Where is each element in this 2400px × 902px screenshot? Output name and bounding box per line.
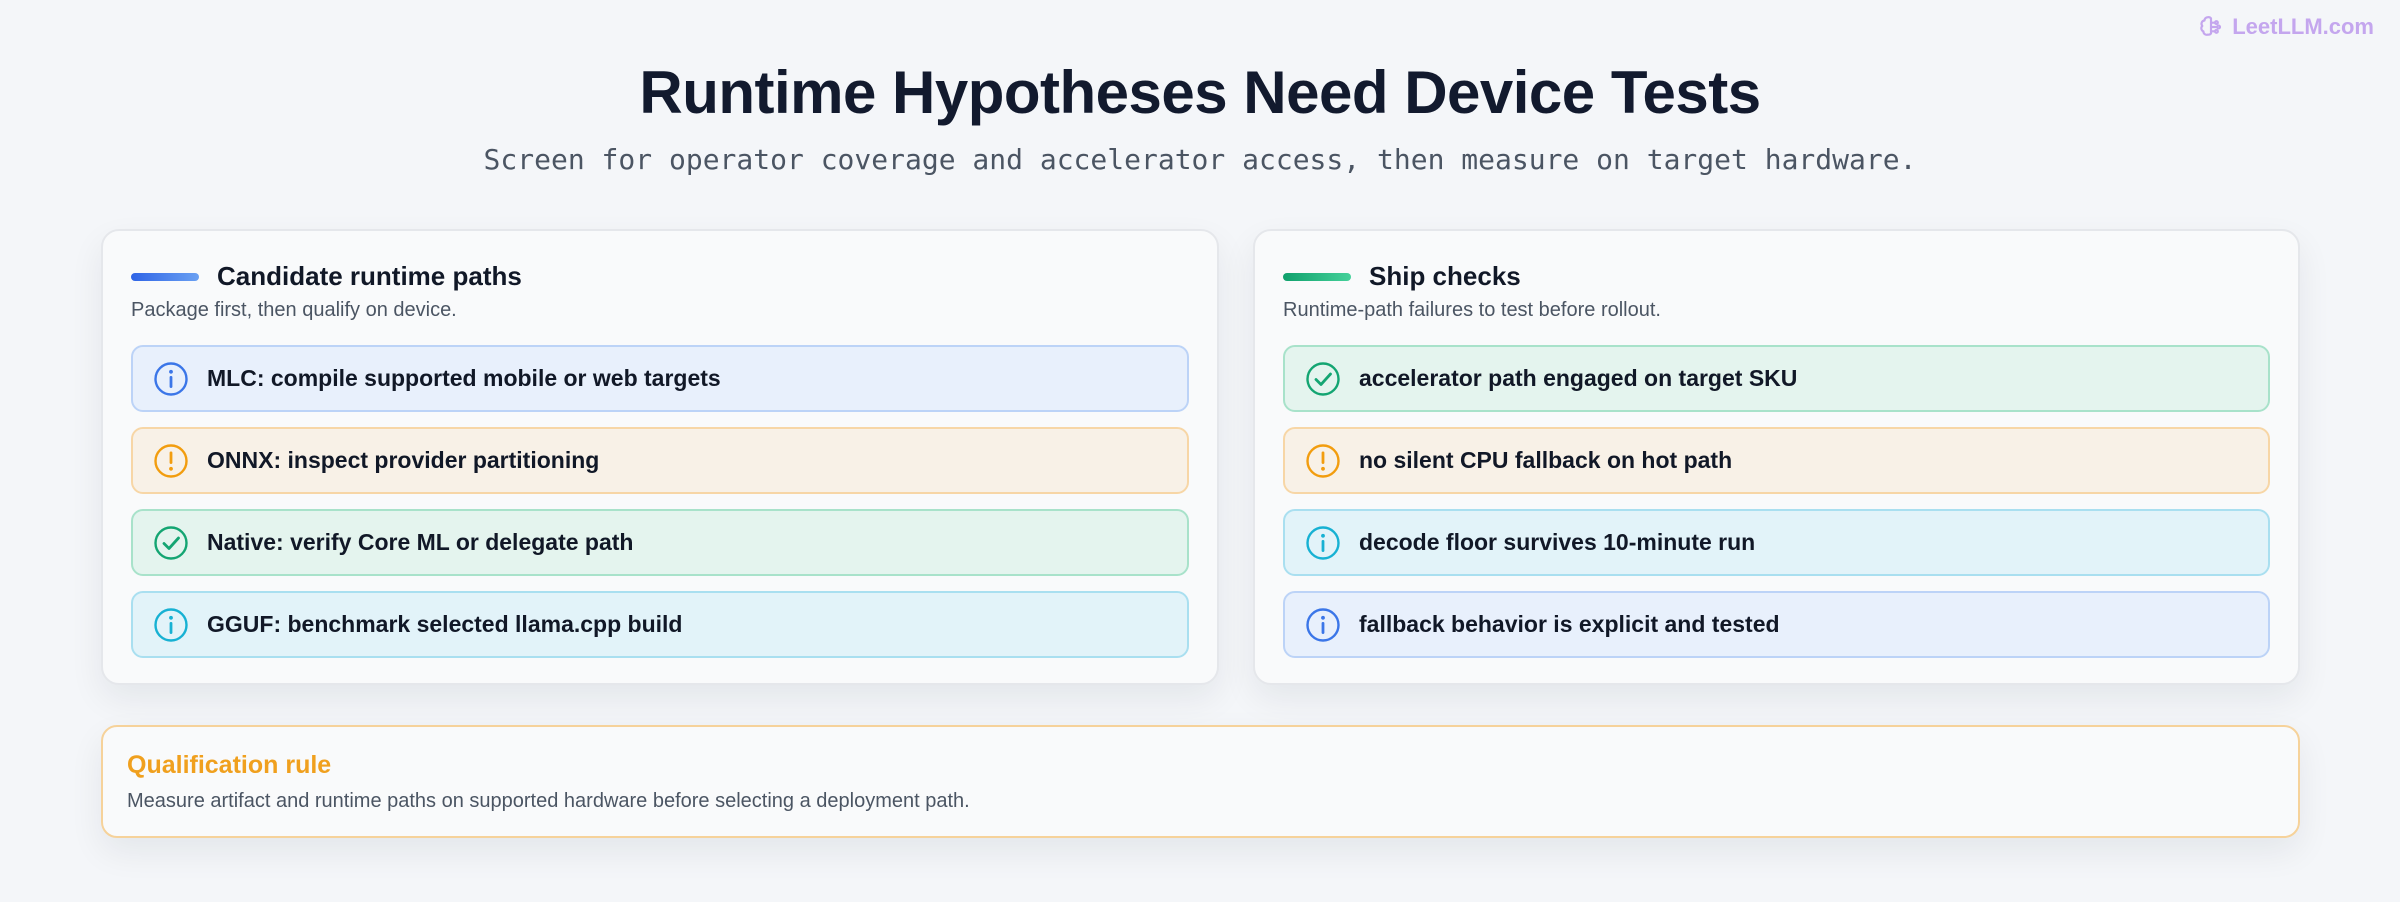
list-item-label: GGUF: benchmark selected llama.cpp build — [207, 611, 683, 637]
info-icon — [1306, 525, 1340, 560]
list-item-label: Native: verify Core ML or delegate path — [207, 529, 634, 555]
list-item: ONNX: inspect provider partitioning — [131, 427, 1189, 494]
list-item: Native: verify Core ML or delegate path — [131, 509, 1189, 576]
qualification-rule-callout: Qualification rule Measure artifact and … — [101, 725, 2300, 838]
list-item-label: ONNX: inspect provider partitioning — [207, 447, 600, 473]
list-item-label: MLC: compile supported mobile or web tar… — [207, 365, 721, 391]
list-item: decode floor survives 10-minute run — [1283, 509, 2270, 576]
card-subtitle: Package first, then qualify on device. — [131, 299, 457, 321]
card-title: Ship checks — [1369, 261, 1521, 291]
card-header: Ship checks — [1283, 261, 1521, 292]
list-item: accelerator path engaged on target SKU — [1283, 345, 2270, 412]
ship-check-list: accelerator path engaged on target SKU n… — [1283, 345, 2270, 658]
brand-text: LeetLLM.com — [2232, 14, 2374, 39]
ship-checks-card: Ship checks Runtime-path failures to tes… — [1253, 229, 2300, 685]
list-item-label: decode floor survives 10-minute run — [1359, 529, 1756, 555]
brand-logo[interactable]: LeetLLM.com — [2198, 14, 2374, 40]
list-item-label: accelerator path engaged on target SKU — [1359, 365, 1798, 391]
page-title: Runtime Hypotheses Need Device Tests — [639, 59, 1761, 126]
accent-bar — [1283, 272, 1351, 281]
warning-icon — [1306, 443, 1340, 478]
list-item: no silent CPU fallback on hot path — [1283, 427, 2270, 494]
runtime-path-list: MLC: compile supported mobile or web tar… — [131, 345, 1189, 658]
callout-text: Measure artifact and runtime paths on su… — [127, 790, 970, 812]
candidate-runtime-paths-card: Candidate runtime paths Package first, t… — [101, 229, 1219, 685]
list-item: MLC: compile supported mobile or web tar… — [131, 345, 1189, 412]
list-item-label: fallback behavior is explicit and tested — [1359, 611, 1780, 637]
check-icon — [154, 525, 188, 560]
list-item: fallback behavior is explicit and tested — [1283, 591, 2270, 658]
card-title: Candidate runtime paths — [217, 261, 522, 291]
info-icon — [154, 361, 188, 396]
page-subtitle: Screen for operator coverage and acceler… — [483, 143, 1917, 176]
accent-bar — [131, 272, 199, 281]
info-icon — [154, 607, 188, 642]
warning-icon — [154, 443, 188, 478]
list-item-label: no silent CPU fallback on hot path — [1359, 447, 1733, 473]
list-item: GGUF: benchmark selected llama.cpp build — [131, 591, 1189, 658]
callout-title: Qualification rule — [127, 751, 332, 779]
info-icon — [1306, 607, 1340, 642]
brain-circuit-icon — [2200, 16, 2222, 36]
check-icon — [1306, 361, 1340, 396]
card-subtitle: Runtime-path failures to test before rol… — [1283, 299, 1661, 321]
card-header: Candidate runtime paths — [131, 261, 522, 292]
